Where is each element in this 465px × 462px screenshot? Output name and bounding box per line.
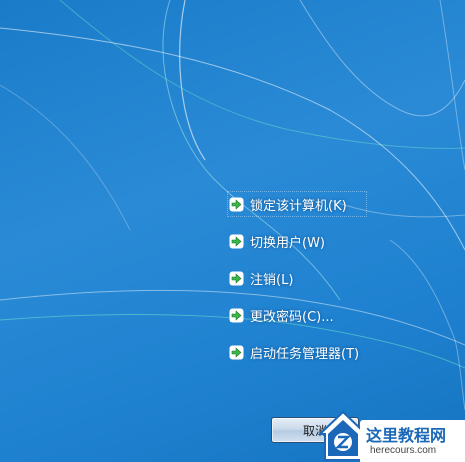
lock-computer-option[interactable]: 锁定该计算机(K)	[227, 191, 367, 217]
green-arrow-icon	[229, 308, 244, 322]
watermark-url: herecours.com	[370, 445, 437, 456]
log-off-option[interactable]: 注销(L)	[229, 267, 465, 289]
green-arrow-icon	[229, 234, 244, 248]
change-password-option[interactable]: 更改密码(C)...	[229, 304, 465, 326]
green-arrow-icon	[229, 197, 244, 211]
menu-item-label: 锁定该计算机(K)	[250, 198, 347, 214]
green-arrow-icon	[229, 345, 244, 359]
switch-user-option[interactable]: 切换用户(W)	[229, 230, 465, 252]
watermark-title: 这里教程网	[366, 426, 447, 445]
security-options-menu: 锁定该计算机(K) 切换用户(W) 注销(L) 更改密码(C)... 启动任务管…	[227, 191, 465, 378]
watermark: 这里教程网 herecours.com	[318, 408, 465, 462]
menu-item-label: 注销(L)	[250, 272, 294, 288]
menu-item-label: 启动任务管理器(T)	[250, 346, 360, 362]
menu-item-label: 更改密码(C)...	[250, 309, 334, 325]
menu-item-label: 切换用户(W)	[250, 235, 325, 251]
start-task-manager-option[interactable]: 启动任务管理器(T)	[229, 341, 465, 363]
green-arrow-icon	[229, 271, 244, 285]
